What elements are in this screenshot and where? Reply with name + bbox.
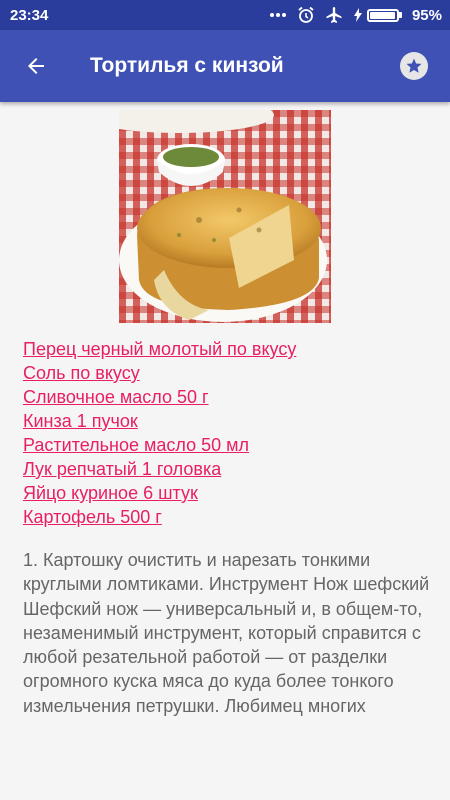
ingredient-link[interactable]: Сливочное масло 50 г bbox=[23, 387, 209, 407]
star-icon bbox=[406, 58, 422, 73]
ingredient-item: Кинза 1 пучок bbox=[23, 409, 296, 433]
ingredient-list: Перец черный молотый по вкусу Соль по вку… bbox=[23, 337, 296, 529]
battery-icon bbox=[353, 8, 402, 22]
ingredient-item: Сливочное масло 50 г bbox=[23, 385, 296, 409]
status-icons: 95% bbox=[269, 6, 442, 24]
status-bar: 23:34 95% bbox=[0, 0, 450, 30]
ingredient-link[interactable]: Перец черный молотый по вкусу bbox=[23, 339, 296, 359]
status-time: 23:34 bbox=[10, 6, 49, 24]
ingredient-link[interactable]: Соль по вкусу bbox=[23, 363, 140, 383]
ingredient-item: Соль по вкусу bbox=[23, 361, 296, 385]
page-title: Тортилья с кинзой bbox=[90, 54, 284, 77]
ingredient-item: Яйцо куриное 6 штук bbox=[23, 481, 296, 505]
ingredient-item: Картофель 500 г bbox=[23, 505, 296, 529]
ingredient-link[interactable]: Картофель 500 г bbox=[23, 507, 162, 527]
arrow-left-icon bbox=[28, 58, 44, 74]
recipe-photo bbox=[119, 110, 331, 323]
favorite-button[interactable] bbox=[400, 52, 428, 80]
ingredient-item: Перец черный молотый по вкусу bbox=[23, 337, 296, 361]
battery-percent: 95% bbox=[411, 6, 442, 24]
ingredient-link[interactable]: Лук репчатый 1 головка bbox=[23, 459, 221, 479]
back-button[interactable] bbox=[8, 38, 64, 94]
ingredient-item: Лук репчатый 1 головка bbox=[23, 457, 296, 481]
ingredient-link[interactable]: Растительное масло 50 мл bbox=[23, 435, 249, 455]
ingredient-link[interactable]: Кинза 1 пучок bbox=[23, 411, 138, 431]
more-dots-icon bbox=[269, 12, 287, 18]
charging-icon bbox=[353, 8, 362, 22]
alarm-icon bbox=[297, 6, 315, 24]
recipe-step-text: 1. Картошку очистить и нарезать тонкими … bbox=[23, 550, 430, 716]
ingredient-link[interactable]: Яйцо куриное 6 штук bbox=[23, 483, 198, 503]
app-bar: Тортилья с кинзой bbox=[0, 30, 450, 102]
ingredient-item: Растительное масло 50 мл bbox=[23, 433, 296, 457]
airplane-mode-icon bbox=[325, 6, 343, 24]
